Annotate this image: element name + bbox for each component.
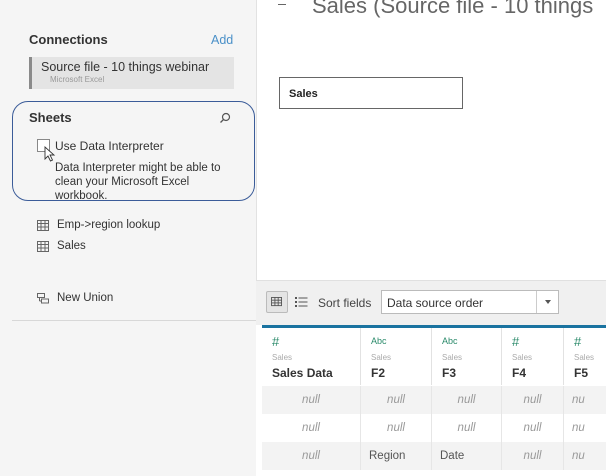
column-name: Sales Data: [272, 366, 333, 380]
table-cell[interactable]: null: [432, 414, 502, 442]
column-source: Sales: [442, 353, 463, 362]
number-type-icon[interactable]: #: [574, 334, 581, 349]
left-divider-line: [12, 320, 256, 321]
dropdown-arrow[interactable]: [536, 291, 558, 313]
column-name: F4: [512, 366, 527, 380]
data-interpreter-label[interactable]: Use Data Interpreter: [55, 139, 164, 153]
table-cell[interactable]: nu: [564, 414, 606, 442]
sheet-item-emp-region-lookup[interactable]: Emp->region lookup: [37, 217, 160, 233]
table-icon: [37, 219, 49, 231]
add-connection-link[interactable]: Add: [211, 33, 233, 47]
table-icon: [37, 240, 49, 252]
column-name: F3: [442, 366, 457, 380]
sheet-item-sales[interactable]: Sales: [37, 238, 86, 254]
table-cell[interactable]: Region: [361, 442, 432, 470]
sheet-item-label: Emp->region lookup: [57, 219, 161, 231]
string-type-icon[interactable]: Abc: [371, 336, 387, 346]
list-view-icon[interactable]: [294, 295, 308, 309]
canvas-title-dash: [278, 4, 286, 5]
table-cell[interactable]: null: [502, 386, 564, 414]
new-union-label: New Union: [57, 292, 114, 304]
sort-fields-label: Sort fields: [318, 296, 372, 310]
column-source: Sales: [371, 353, 392, 362]
table-cell[interactable]: null: [262, 442, 361, 470]
union-icon: [37, 292, 49, 303]
table-cell[interactable]: nu: [564, 386, 606, 414]
connections-title: Connections: [29, 32, 108, 47]
table-cell[interactable]: null: [262, 414, 361, 442]
data-interpreter-description: Data Interpreter might be able to clean …: [55, 162, 221, 202]
number-type-icon[interactable]: #: [512, 334, 519, 349]
chevron-down-icon: [545, 300, 551, 304]
column-source: Sales: [512, 353, 533, 362]
table-row: null null null null nu: [262, 386, 606, 414]
table-row: null null null null nu: [262, 414, 606, 442]
column-header-sales-data[interactable]: # Sales Sales Data: [262, 328, 361, 385]
column-header-f2[interactable]: Abc Sales F2: [361, 328, 432, 385]
table-cell[interactable]: null: [361, 386, 432, 414]
canvas-table-label: Sales: [289, 88, 318, 100]
table-cell[interactable]: null: [262, 386, 361, 414]
table-cell[interactable]: null: [361, 414, 432, 442]
connection-type: Microsoft Excel: [50, 75, 105, 84]
column-header-f4[interactable]: # Sales F4: [502, 328, 564, 385]
column-name: F5: [574, 366, 589, 380]
new-union-item[interactable]: New Union: [37, 290, 113, 306]
grid-view-icon: [271, 297, 282, 307]
connection-item[interactable]: Source file - 10 things webinar Microsof…: [29, 57, 234, 89]
sheets-title: Sheets: [29, 110, 72, 125]
table-cell[interactable]: null: [502, 442, 564, 470]
sort-fields-value: Data source order: [387, 296, 484, 310]
table-row: null Region Date null nu: [262, 442, 606, 470]
column-source: Sales: [574, 353, 595, 362]
canvas-table-sales[interactable]: Sales: [279, 77, 463, 109]
search-icon[interactable]: [219, 112, 231, 124]
grid-view-button[interactable]: [266, 291, 288, 313]
table-cell[interactable]: null: [502, 414, 564, 442]
table-cell[interactable]: nu: [564, 442, 606, 470]
column-name: F2: [371, 366, 386, 380]
column-source: Sales: [272, 353, 293, 362]
connection-name: Source file - 10 things webinar: [41, 60, 210, 74]
sort-fields-dropdown[interactable]: Data source order: [381, 290, 559, 314]
column-header-f5[interactable]: # Sales F5: [564, 328, 606, 385]
number-type-icon[interactable]: #: [272, 334, 279, 349]
sheet-item-label: Sales: [57, 240, 86, 252]
string-type-icon[interactable]: Abc: [442, 336, 458, 346]
table-cell[interactable]: null: [432, 386, 502, 414]
column-header-f3[interactable]: Abc Sales F3: [432, 328, 502, 385]
canvas-title[interactable]: Sales (Source file - 10 things: [312, 0, 593, 19]
table-cell[interactable]: Date: [432, 442, 502, 470]
